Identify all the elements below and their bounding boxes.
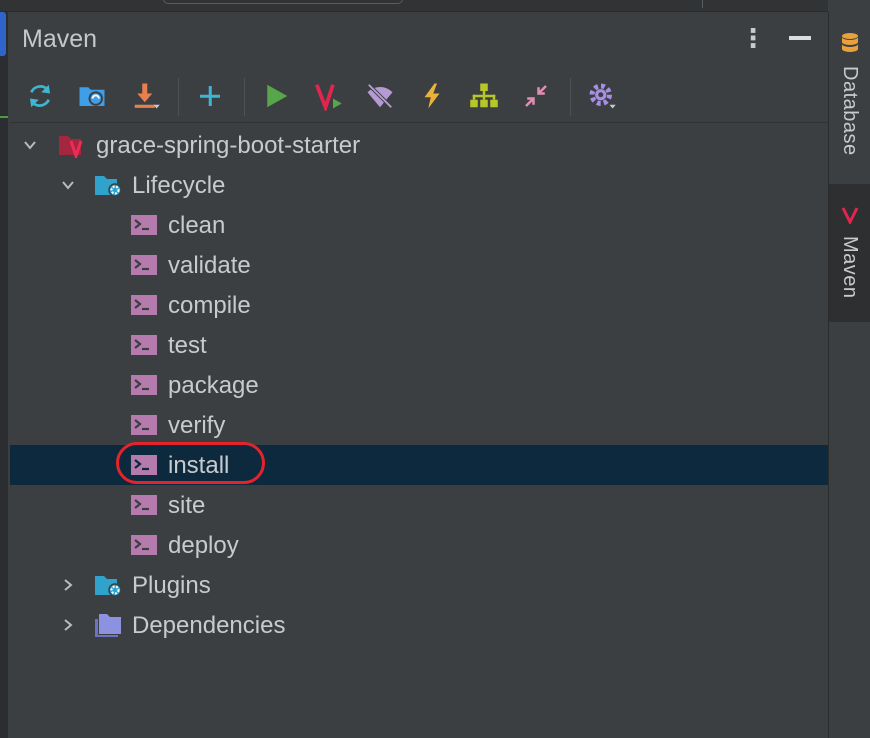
tree-node-goal[interactable]: verify xyxy=(10,405,828,445)
toolbar-separator xyxy=(244,78,245,116)
tree-node-goal[interactable]: deploy xyxy=(10,525,828,565)
tree-node-goal[interactable]: site xyxy=(10,485,828,525)
tree-node-project[interactable]: grace-spring-boot-starter xyxy=(10,125,828,165)
toolbar-separator xyxy=(178,78,179,116)
plugins-label: Plugins xyxy=(132,572,211,599)
chevron-down-icon[interactable] xyxy=(22,137,38,153)
maven-goal-icon xyxy=(131,495,157,515)
editor-edge xyxy=(0,12,8,738)
maven-goal-icon xyxy=(131,335,157,355)
maven-toolbar xyxy=(10,72,828,120)
tree-node-goal-selected[interactable]: install xyxy=(10,445,828,485)
maven-project-icon xyxy=(59,136,83,158)
maven-goal-icon xyxy=(131,255,157,275)
maven-goal-icon xyxy=(131,215,157,235)
toolbar-separator xyxy=(570,78,571,116)
maven-goal-icon xyxy=(131,415,157,435)
tree-node-dependencies[interactable]: Dependencies xyxy=(10,605,828,645)
execute-maven-goal-icon[interactable] xyxy=(310,78,346,114)
reload-icon[interactable] xyxy=(22,78,58,114)
dependencies-label: Dependencies xyxy=(132,612,286,639)
goal-label: validate xyxy=(168,252,251,279)
tree-node-goal[interactable]: compile xyxy=(10,285,828,325)
show-dependencies-icon[interactable] xyxy=(466,78,502,114)
goal-label: verify xyxy=(168,412,226,439)
run-icon[interactable] xyxy=(258,78,294,114)
maven-goal-icon xyxy=(131,295,157,315)
tab-maven[interactable]: Maven xyxy=(829,184,870,322)
tree-node-goal[interactable]: package xyxy=(10,365,828,405)
goal-label: install xyxy=(168,452,230,479)
maven-goal-icon xyxy=(131,455,157,475)
goal-label: deploy xyxy=(168,532,239,559)
lifecycle-folder-icon xyxy=(95,176,122,197)
chevron-down-icon[interactable] xyxy=(60,177,76,193)
add-icon[interactable] xyxy=(192,78,228,114)
maven-icon xyxy=(841,207,859,224)
more-options-icon[interactable]: ⋮ xyxy=(740,24,766,52)
chevron-right-icon[interactable] xyxy=(60,617,76,633)
generate-sources-icon[interactable] xyxy=(74,78,110,114)
tab-divider xyxy=(702,0,703,8)
tool-window-header: Maven ⋮ xyxy=(10,12,828,68)
tree-node-goal[interactable]: clean xyxy=(10,205,828,245)
maven-tool-window: Maven ⋮ grace-spring-boot-starter Lifecy… xyxy=(10,12,828,738)
minimize-icon[interactable] xyxy=(789,36,811,40)
goal-label: site xyxy=(168,492,206,519)
goal-label: compile xyxy=(168,292,251,319)
maven-goal-icon xyxy=(131,375,157,395)
tree-node-lifecycle[interactable]: Lifecycle xyxy=(10,165,828,205)
editor-tab-strip xyxy=(0,0,828,12)
goal-label: clean xyxy=(168,212,226,239)
chevron-right-icon[interactable] xyxy=(60,577,76,593)
goal-label: test xyxy=(168,332,207,359)
offline-mode-icon[interactable] xyxy=(362,78,398,114)
tool-window-title: Maven xyxy=(22,25,98,53)
goal-label: package xyxy=(168,372,259,399)
right-tool-window-bar: Database Maven xyxy=(828,12,870,738)
settings-gear-icon[interactable] xyxy=(584,78,620,114)
skip-tests-icon[interactable] xyxy=(414,78,450,114)
tree-node-goal[interactable]: validate xyxy=(10,245,828,285)
tab-database-label: Database xyxy=(839,66,861,156)
maven-goal-icon xyxy=(131,535,157,555)
tab-database[interactable]: Database xyxy=(829,26,870,186)
collapse-all-icon[interactable] xyxy=(518,78,554,114)
tree-node-goal[interactable]: test xyxy=(10,325,828,365)
tree-node-plugins[interactable]: Plugins xyxy=(10,565,828,605)
editor-tab-edge[interactable] xyxy=(163,0,403,4)
database-icon xyxy=(842,33,858,52)
dependencies-folder-icon xyxy=(95,614,121,637)
toolbar-divider xyxy=(10,122,828,123)
project-label: grace-spring-boot-starter xyxy=(96,132,361,159)
download-icon[interactable] xyxy=(128,78,164,114)
editor-change-marker xyxy=(0,116,8,118)
lifecycle-label: Lifecycle xyxy=(132,172,226,199)
plugins-folder-icon xyxy=(95,576,122,597)
tab-maven-label: Maven xyxy=(839,236,861,299)
editor-selection-marker xyxy=(0,12,6,56)
